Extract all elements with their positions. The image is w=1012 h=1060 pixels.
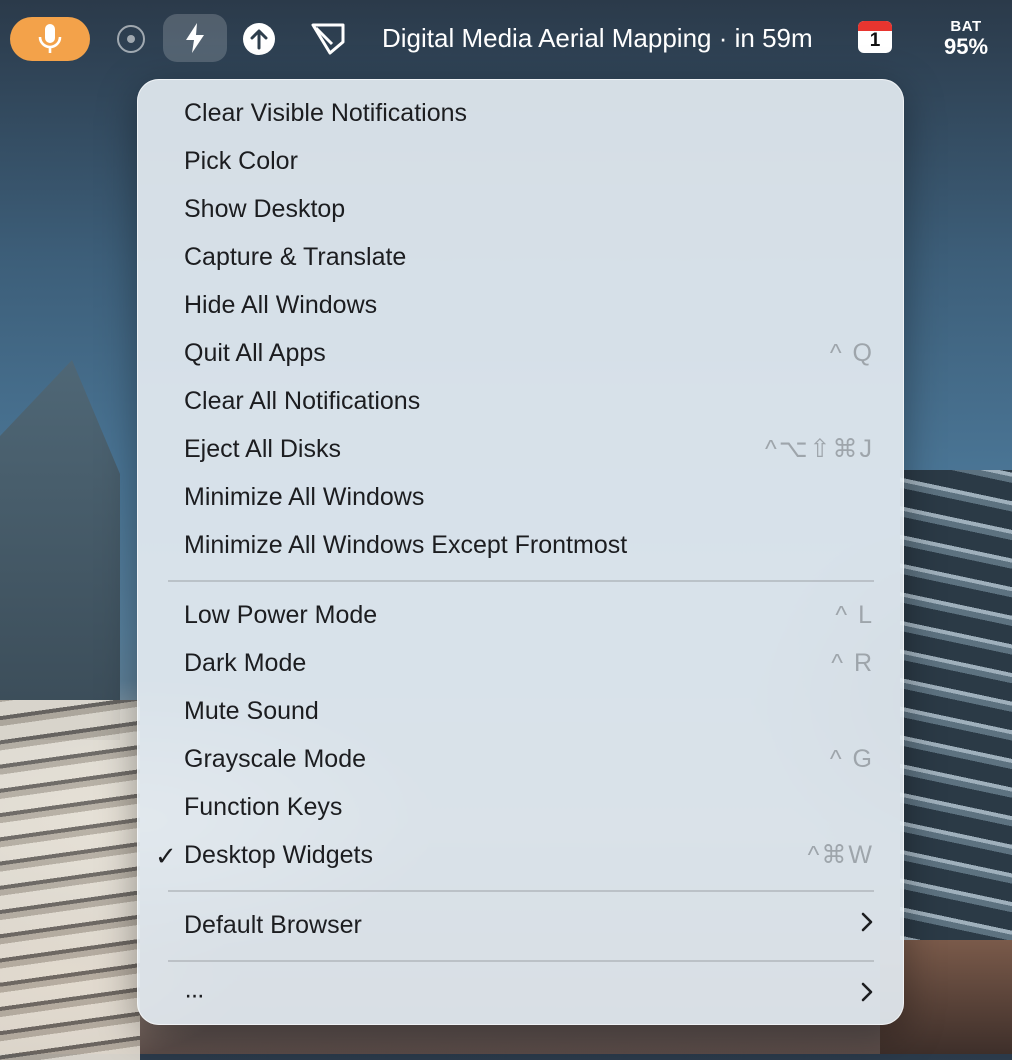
menu-item-low-power-mode[interactable]: Low Power Mode ^ L [137, 591, 904, 639]
wallpaper-shard [0, 700, 140, 1060]
menu-item-capture-translate[interactable]: Capture & Translate [137, 233, 904, 281]
menu-bar: Digital Media Aerial Mapping · in 59m 1 … [0, 0, 1012, 76]
menu-item-default-browser[interactable]: Default Browser [137, 901, 904, 949]
quick-actions-menu: Clear Visible Notifications Pick Color S… [137, 79, 904, 1025]
arrow-up-circle-icon[interactable] [242, 22, 276, 56]
menu-item-minimize-all-except-frontmost[interactable]: Minimize All Windows Except Frontmost [137, 521, 904, 569]
calendar-day: 1 [869, 30, 881, 51]
menu-item-grayscale-mode[interactable]: Grayscale Mode ^ G [137, 735, 904, 783]
shape-tool-icon[interactable] [308, 20, 348, 56]
lightning-bolt-icon [186, 23, 204, 53]
menu-item-mute-sound[interactable]: Mute Sound [137, 687, 904, 735]
chevron-right-icon [860, 981, 874, 1010]
microphone-icon [38, 24, 62, 53]
menu-item-quit-all-apps[interactable]: Quit All Apps ^ Q [137, 329, 904, 377]
menu-item-dark-mode[interactable]: Dark Mode ^ R [137, 639, 904, 687]
quick-actions-button[interactable] [163, 14, 227, 62]
microphone-button[interactable] [10, 17, 90, 61]
shortcut-label: ^ Q [829, 338, 874, 367]
menu-item-function-keys[interactable]: Function Keys [137, 783, 904, 831]
record-dot-icon[interactable] [116, 24, 146, 54]
menu-separator [168, 580, 874, 582]
battery-label: BAT [950, 17, 982, 35]
menu-item-hide-all-windows[interactable]: Hide All Windows [137, 281, 904, 329]
menu-item-minimize-all-windows[interactable]: Minimize All Windows [137, 473, 904, 521]
menu-item-more[interactable]: ··· [137, 971, 904, 1019]
shortcut-label: ^⌘W [807, 841, 874, 869]
shortcut-label: ^ L [835, 600, 874, 629]
shortcut-label: ^ G [829, 744, 874, 773]
menu-item-eject-all-disks[interactable]: Eject All Disks ^⌥⇧⌘J [137, 425, 904, 473]
menu-separator [168, 960, 874, 962]
checkmark-icon: ✓ [155, 841, 177, 871]
shortcut-label: ^ R [831, 648, 874, 677]
chevron-right-icon [860, 911, 874, 940]
battery-indicator[interactable]: BAT 95% [936, 16, 996, 60]
menu-item-clear-all-notifications[interactable]: Clear All Notifications [137, 377, 904, 425]
next-event-label[interactable]: Digital Media Aerial Mapping · in 59m [382, 18, 813, 58]
menu-separator [168, 890, 874, 892]
menu-item-pick-color[interactable]: Pick Color [137, 137, 904, 185]
wallpaper-shard [0, 360, 120, 740]
battery-percent: 95% [943, 33, 989, 59]
calendar-icon[interactable]: 1 [857, 20, 893, 54]
menu-item-desktop-widgets[interactable]: ✓ Desktop Widgets ^⌘W [137, 831, 904, 879]
menu-item-clear-visible-notifications[interactable]: Clear Visible Notifications [137, 89, 904, 137]
menu-item-show-desktop[interactable]: Show Desktop [137, 185, 904, 233]
shortcut-label: ^⌥⇧⌘J [765, 435, 874, 463]
